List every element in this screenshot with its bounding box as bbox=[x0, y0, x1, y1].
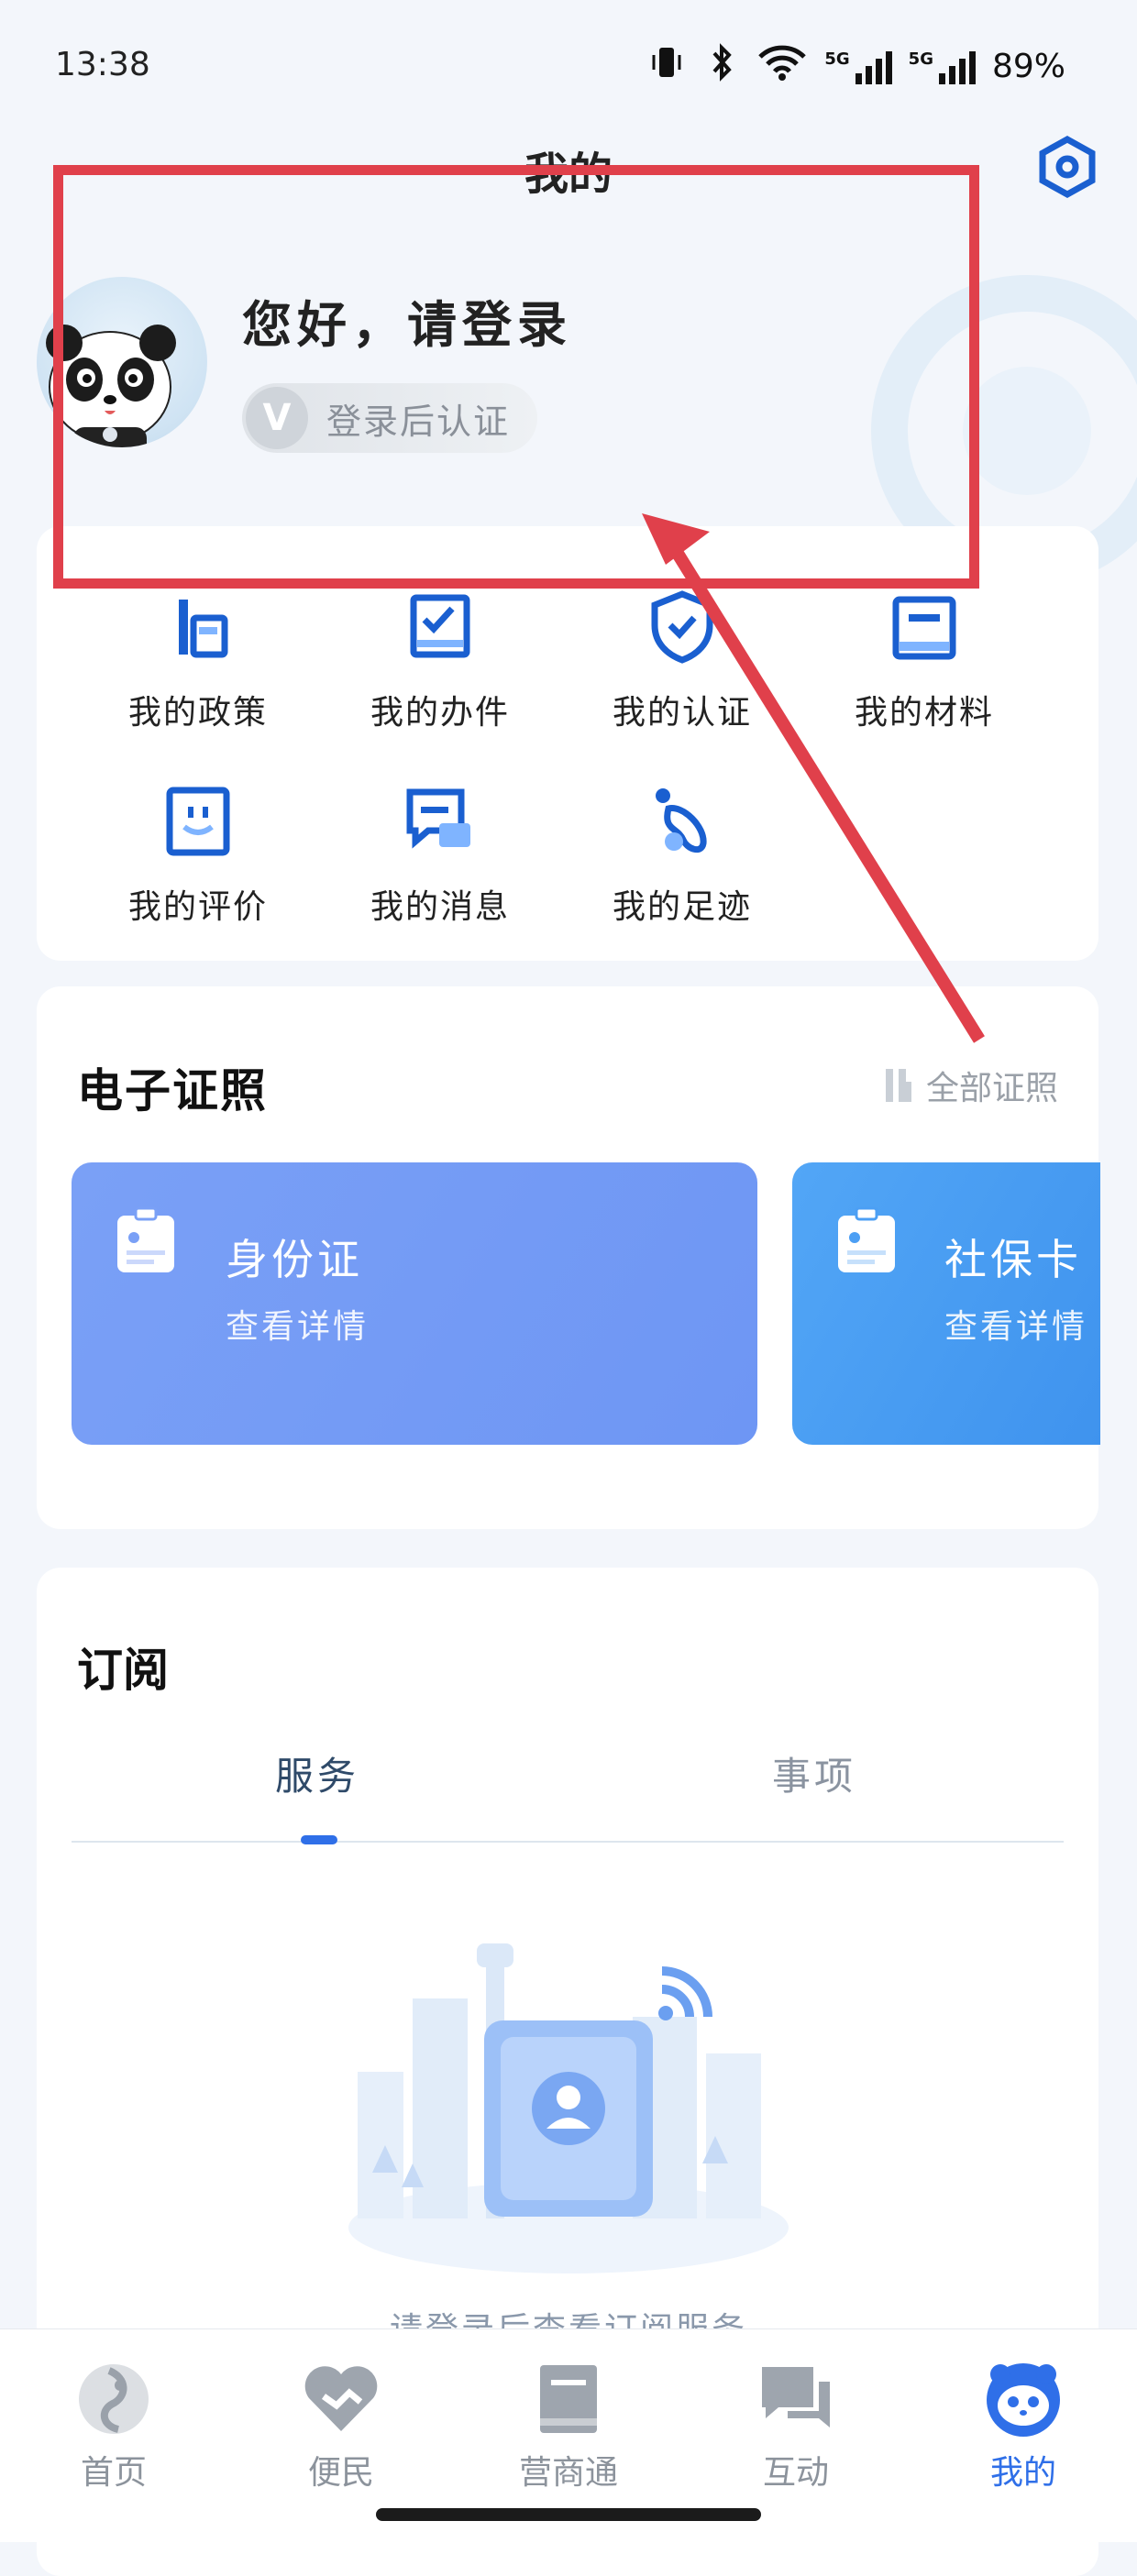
annotation-arrow bbox=[642, 513, 985, 1043]
